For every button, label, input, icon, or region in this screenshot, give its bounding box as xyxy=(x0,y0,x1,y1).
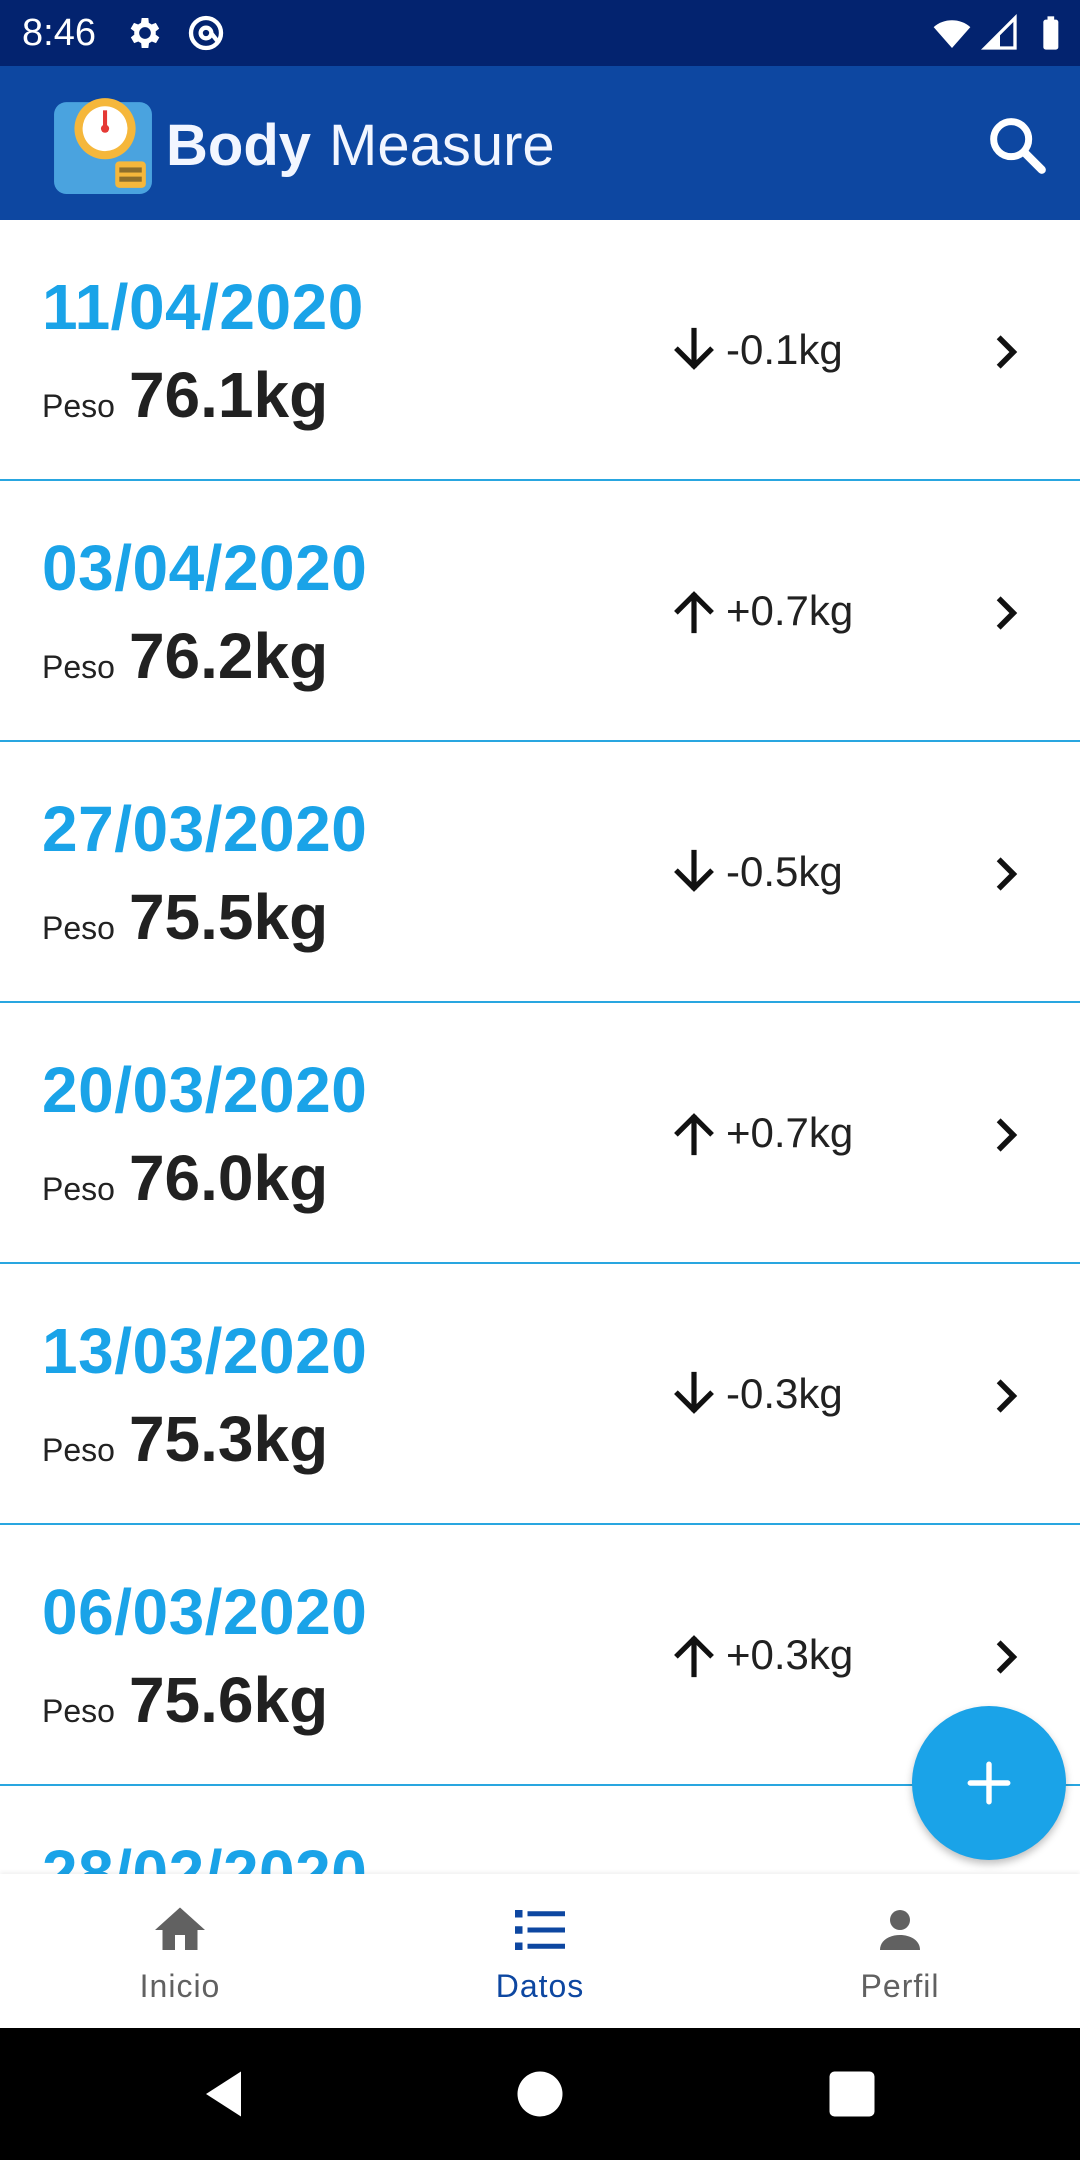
arrow-up-icon xyxy=(674,1635,714,1678)
row-weight-value: 75.5kg xyxy=(128,881,329,953)
measurement-row[interactable]: 03/04/2020 Peso 76.2kg +0.7kg xyxy=(0,481,1080,742)
recents-icon[interactable] xyxy=(822,2064,882,2124)
arrow-down-icon xyxy=(674,1371,714,1414)
signal-icon xyxy=(980,13,1017,50)
row-trend: +0.7kg xyxy=(668,1103,853,1163)
row-delta: -0.5kg xyxy=(726,848,843,895)
arrow-up-icon xyxy=(674,591,714,634)
row-weight-label: Peso xyxy=(42,649,115,685)
app-title: Body Measure xyxy=(166,112,555,180)
row-delta: +0.3kg xyxy=(726,1631,854,1678)
status-bar: 8:46 xyxy=(0,0,1080,66)
chevron-right-icon[interactable] xyxy=(984,330,1028,374)
row-weight-group: Peso 76.2kg xyxy=(42,619,328,693)
measurement-row[interactable]: 13/03/2020 Peso 75.3kg -0.3kg xyxy=(0,1264,1080,1525)
row-delta: -0.1kg xyxy=(726,326,843,373)
app-bar: Body Measure xyxy=(0,66,1080,220)
status-time: 8:46 xyxy=(22,12,96,54)
nav-item-perfil[interactable]: Perfil xyxy=(720,1874,1080,2028)
system-nav-bar xyxy=(0,2028,1080,2160)
row-trend: +0.3kg xyxy=(668,1625,853,1685)
row-weight-value: 76.0kg xyxy=(128,1142,329,1214)
nav-label-inicio: Inicio xyxy=(139,1968,221,2004)
row-date: 06/03/2020 xyxy=(42,1576,368,1648)
row-date: 11/04/2020 xyxy=(42,271,364,343)
row-delta: +0.7kg xyxy=(726,587,854,634)
nav-label-datos: Datos xyxy=(495,1968,585,2004)
row-weight-value: 75.3kg xyxy=(128,1403,329,1475)
app-title-bold: Body xyxy=(166,113,311,178)
row-weight-value: 76.2kg xyxy=(128,620,329,692)
arrow-down-icon xyxy=(674,849,714,892)
row-weight-group: Peso 76.1kg xyxy=(42,358,328,432)
chevron-right-icon[interactable] xyxy=(984,1635,1028,1679)
search-icon[interactable] xyxy=(982,110,1052,180)
row-date: 03/04/2020 xyxy=(42,532,368,604)
row-date: 27/03/2020 xyxy=(42,793,368,865)
row-weight-group: Peso 75.5kg xyxy=(42,880,328,954)
battery-icon xyxy=(1043,16,1059,50)
row-weight-label: Peso xyxy=(42,910,115,946)
chevron-right-icon[interactable] xyxy=(984,591,1028,635)
nav-label-perfil: Perfil xyxy=(860,1968,940,2004)
row-date: 13/03/2020 xyxy=(42,1315,368,1387)
measurement-row[interactable]: 20/03/2020 Peso 76.0kg +0.7kg xyxy=(0,1003,1080,1264)
scale-logo xyxy=(54,98,152,194)
list-icon xyxy=(515,1910,565,1950)
row-date: 20/03/2020 xyxy=(42,1054,368,1126)
row-date: 28/02/2020 xyxy=(42,1837,368,1874)
measurement-row[interactable]: 06/03/2020 Peso 75.6kg +0.3kg xyxy=(0,1525,1080,1786)
gear-icon xyxy=(130,18,160,48)
measurements-list[interactable]: 11/04/2020 Peso 76.1kg -0.1kg 03/04/2020 Peso… xyxy=(0,220,1080,1874)
chevron-right-icon[interactable] xyxy=(984,1113,1028,1157)
measurement-row[interactable]: 27/03/2020 Peso 75.5kg -0.5kg xyxy=(0,742,1080,1003)
nav-item-datos[interactable]: Datos xyxy=(360,1874,720,2028)
row-weight-label: Peso xyxy=(42,1693,115,1729)
wifi-icon xyxy=(933,20,971,48)
arrow-down-icon xyxy=(674,327,714,370)
home-button-icon[interactable] xyxy=(510,2064,570,2124)
row-trend: -0.5kg xyxy=(668,842,843,902)
app-title-light: Measure xyxy=(329,113,555,178)
plus-icon xyxy=(967,1761,1011,1805)
row-weight-value: 75.6kg xyxy=(128,1664,329,1736)
row-delta: +0.7kg xyxy=(726,1109,854,1156)
row-trend: -0.3kg xyxy=(668,1364,843,1424)
row-weight-label: Peso xyxy=(42,1171,115,1207)
row-weight-group: Peso 75.6kg xyxy=(42,1663,328,1737)
bottom-nav: Inicio Datos Perfil xyxy=(0,1874,1080,2028)
arrow-up-icon xyxy=(674,1113,714,1156)
chevron-right-icon[interactable] xyxy=(984,1374,1028,1418)
at-icon xyxy=(188,15,224,51)
row-trend: +0.7kg xyxy=(668,581,853,641)
row-delta: -0.3kg xyxy=(726,1370,843,1417)
measurement-row[interactable]: 11/04/2020 Peso 76.1kg -0.1kg xyxy=(0,220,1080,481)
row-weight-label: Peso xyxy=(42,388,115,424)
person-icon xyxy=(880,1910,920,1950)
row-weight-value: 76.1kg xyxy=(128,359,329,431)
screen: 8:46 Body Measure 11/04/2020 Peso 76.1kg… xyxy=(0,0,1080,2160)
row-trend: -0.1kg xyxy=(668,320,843,380)
add-measurement-button[interactable] xyxy=(912,1706,1066,1860)
row-weight-label: Peso xyxy=(42,1432,115,1468)
back-icon[interactable] xyxy=(196,2064,256,2124)
nav-item-inicio[interactable]: Inicio xyxy=(0,1874,360,2028)
row-weight-group: Peso 76.0kg xyxy=(42,1141,328,1215)
home-icon xyxy=(155,1907,205,1950)
chevron-right-icon[interactable] xyxy=(984,852,1028,896)
row-weight-group: Peso 75.3kg xyxy=(42,1402,328,1476)
